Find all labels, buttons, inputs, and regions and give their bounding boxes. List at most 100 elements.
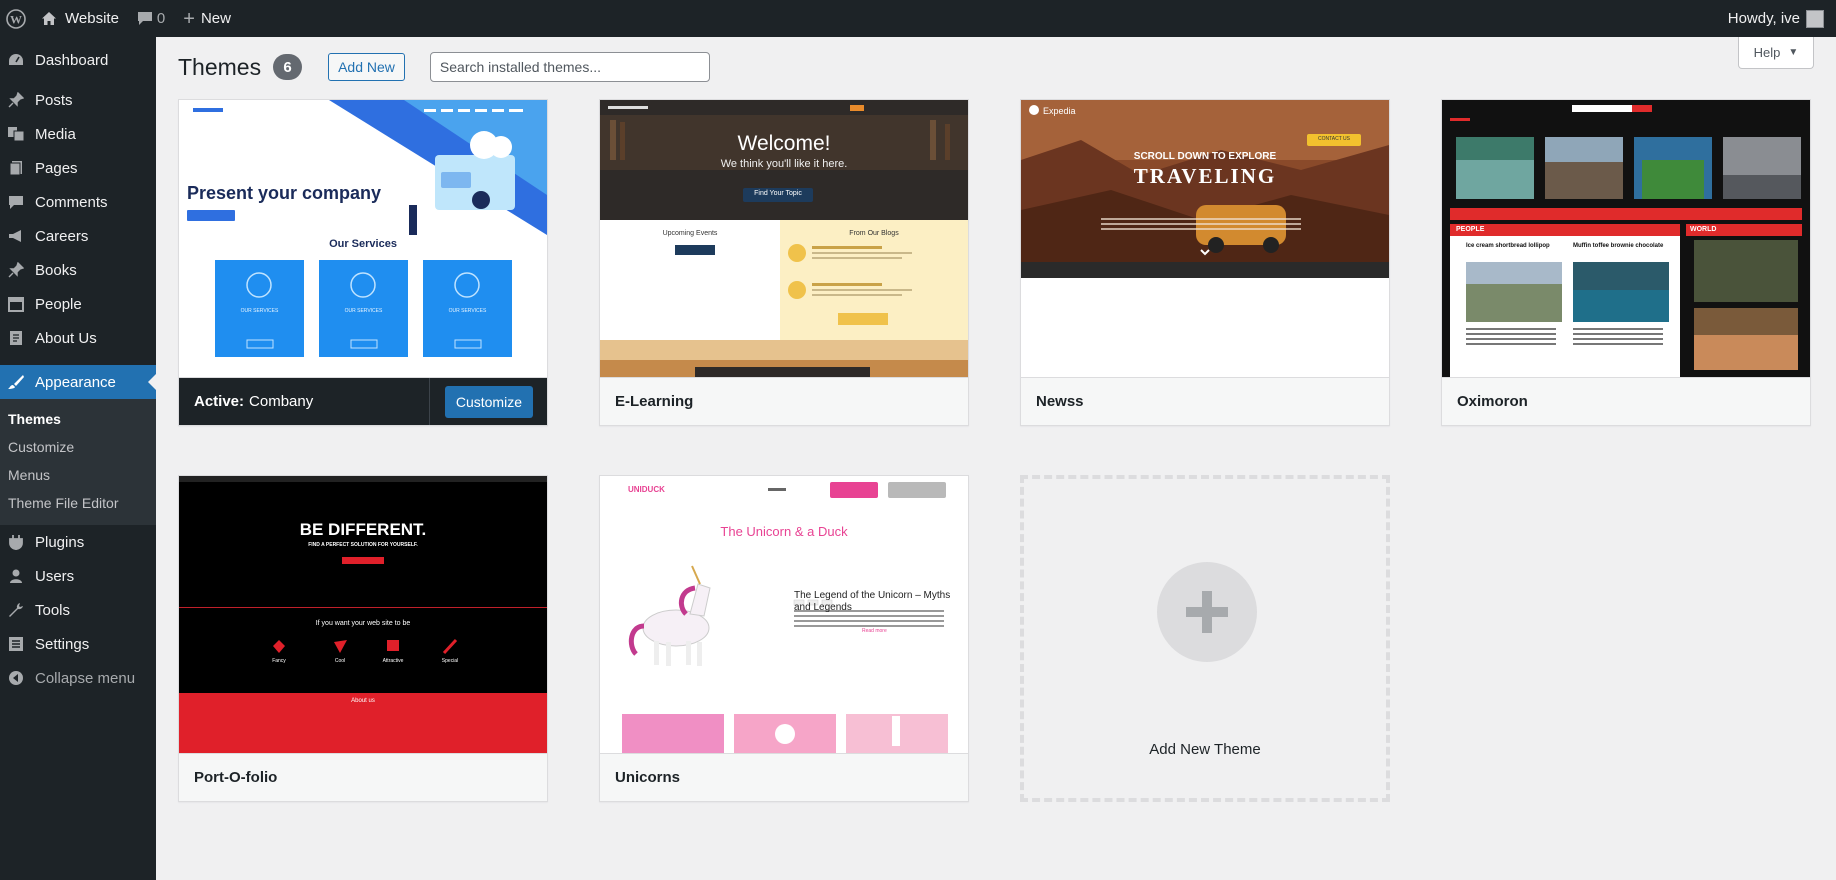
comments-link[interactable]: 0 xyxy=(128,0,174,37)
preview-subtitle: We think you'll like it here. xyxy=(720,158,848,170)
preview-card-label: OUR SERVICES xyxy=(344,308,383,314)
preview-mid: If you want your web site to be xyxy=(315,620,411,627)
submenu-customize[interactable]: Customize xyxy=(0,433,156,461)
submenu-theme-file-editor[interactable]: Theme File Editor xyxy=(0,489,156,517)
help-label: Help xyxy=(1753,45,1781,60)
menu-label: Users xyxy=(35,567,75,585)
media-icon xyxy=(5,124,27,144)
submenu-menus[interactable]: Menus xyxy=(0,461,156,489)
help-tab-button[interactable]: Help ▼ xyxy=(1738,37,1814,69)
theme-card-e-learning[interactable]: Welcome! We think you'll like it here. F… xyxy=(599,99,969,426)
menu-label: Careers xyxy=(35,227,89,245)
preview-welcome: Welcome! xyxy=(737,132,831,155)
users-icon xyxy=(5,566,27,586)
preview-line2: TRAVELING xyxy=(1133,164,1277,188)
theme-screenshot[interactable]: UNIDUCK The Unicorn & a Duck The Legend … xyxy=(600,476,968,753)
add-new-theme-card[interactable]: Add New Theme xyxy=(1020,475,1390,802)
submenu-themes[interactable]: Themes xyxy=(0,405,156,433)
theme-screenshot[interactable]: PEOPLE WORLD Ice cream shortbread lollip… xyxy=(1442,100,1810,377)
menu-item-users[interactable]: Users xyxy=(0,559,156,593)
main-content: Help ▼ Themes 6 Add New Search installed… xyxy=(156,37,1836,880)
theme-screenshot[interactable]: Expedia Scroll down to explore TRAVELING… xyxy=(1021,100,1389,377)
theme-card-oximoron[interactable]: PEOPLE WORLD Ice cream shortbread lollip… xyxy=(1441,99,1811,426)
menu-item-people[interactable]: People xyxy=(0,287,156,321)
menu-item-appearance[interactable]: Appearance xyxy=(0,365,156,399)
menu-label: Media xyxy=(35,125,76,143)
menu-item-books[interactable]: Books xyxy=(0,253,156,287)
preview-cta: Find Your Topic xyxy=(754,190,802,197)
preview-card-label: OUR SERVICES xyxy=(240,308,279,314)
pages-icon xyxy=(5,328,27,348)
theme-name-bar: Newss xyxy=(1021,377,1389,425)
theme-name: Newss xyxy=(1036,393,1084,410)
menu-label: Posts xyxy=(35,91,73,109)
theme-name-bar: E-Learning xyxy=(600,377,968,425)
theme-screenshot[interactable]: Welcome! We think you'll like it here. F… xyxy=(600,100,968,377)
svg-text:W: W xyxy=(10,12,22,26)
theme-name: E-Learning xyxy=(615,393,694,410)
preview-contact: CONTACT US xyxy=(1317,136,1351,142)
preview-events: Upcoming Events xyxy=(662,230,718,237)
theme-card-newss[interactable]: Expedia Scroll down to explore TRAVELING… xyxy=(1020,99,1390,426)
comment-icon xyxy=(137,11,153,26)
avatar xyxy=(1806,9,1824,28)
active-label: Active: xyxy=(194,393,245,410)
theme-screenshot[interactable]: Present your company Our Services OUR SE… xyxy=(179,100,547,377)
menu-label: Plugins xyxy=(35,533,85,551)
comments-count: 0 xyxy=(156,10,166,27)
menu-item-media[interactable]: Media xyxy=(0,117,156,151)
new-content-link[interactable]: + New xyxy=(174,0,240,37)
search-themes-input[interactable] xyxy=(429,52,710,82)
admin-bar: W Website 0 + New Howdy, ive xyxy=(0,0,1836,37)
preview-post-title: The Legend of the Unicorn – Myths and Le… xyxy=(794,590,951,613)
theme-name: Port-O-folio xyxy=(194,769,278,786)
menu-item-careers[interactable]: Careers xyxy=(0,219,156,253)
menu-item-about-us[interactable]: About Us xyxy=(0,321,156,355)
menu-item-tools[interactable]: Tools xyxy=(0,593,156,627)
theme-name: Oximoron xyxy=(1457,393,1528,410)
menu-label: Comments xyxy=(35,193,108,211)
preview-people: PEOPLE xyxy=(1456,226,1485,233)
customize-button[interactable]: Customize xyxy=(444,386,533,418)
add-new-theme-label: Add New Theme xyxy=(1149,741,1261,758)
theme-screenshot[interactable]: BE DIFFERENT. FIND A PERFECT SOLUTION FO… xyxy=(179,476,547,753)
wordpress-logo-icon[interactable]: W xyxy=(0,0,32,37)
menu-label: Appearance xyxy=(35,373,116,391)
preview-read-more: Read more xyxy=(862,628,887,634)
preview-title: The Unicorn & a Duck xyxy=(720,524,848,539)
theme-name-bar: Oximoron xyxy=(1442,377,1810,425)
dashboard-icon xyxy=(5,50,27,70)
menu-item-settings[interactable]: Settings xyxy=(0,627,156,661)
menu-item-plugins[interactable]: Plugins xyxy=(0,525,156,559)
preview-headline-1: Ice cream shortbread lollipop xyxy=(1466,243,1550,249)
pin-icon xyxy=(5,260,27,280)
theme-name-bar: Unicorns xyxy=(600,753,968,801)
theme-card-combany[interactable]: Present your company Our Services OUR SE… xyxy=(178,99,548,426)
preview-world: WORLD xyxy=(1690,226,1717,233)
collapse-menu-button[interactable]: Collapse menu xyxy=(0,661,156,695)
menu-label: About Us xyxy=(35,329,97,347)
divider xyxy=(429,378,430,425)
menu-label: Settings xyxy=(35,635,90,653)
theme-card-unicorns[interactable]: UNIDUCK The Unicorn & a Duck The Legend … xyxy=(599,475,969,802)
site-name-link[interactable]: Website xyxy=(32,0,128,37)
plus-icon xyxy=(1157,562,1257,662)
menu-item-pages[interactable]: Pages xyxy=(0,151,156,185)
add-new-button[interactable]: Add New xyxy=(328,53,405,81)
preview-headline-2: Muffin toffee brownie chocolate xyxy=(1573,243,1664,249)
plugin-icon xyxy=(5,532,27,552)
preview-feature: Attractive xyxy=(382,658,404,664)
preview-subheading: FIND A PERFECT SOLUTION FOR YOURSELF. xyxy=(308,542,418,548)
menu-item-posts[interactable]: Posts xyxy=(0,83,156,117)
theme-card-port-o-folio[interactable]: BE DIFFERENT. FIND A PERFECT SOLUTION FO… xyxy=(178,475,548,802)
preview-feature: Special xyxy=(441,658,459,664)
theme-name: Combany xyxy=(249,393,314,410)
menu-label: Books xyxy=(35,261,77,279)
brush-icon xyxy=(5,372,27,392)
menu-item-dashboard[interactable]: Dashboard xyxy=(0,43,156,77)
home-icon xyxy=(41,11,57,26)
menu-item-comments[interactable]: Comments xyxy=(0,185,156,219)
page-title: Themes xyxy=(178,53,262,80)
menu-label: Tools xyxy=(35,601,71,619)
my-account[interactable]: Howdy, ive xyxy=(1728,9,1836,28)
